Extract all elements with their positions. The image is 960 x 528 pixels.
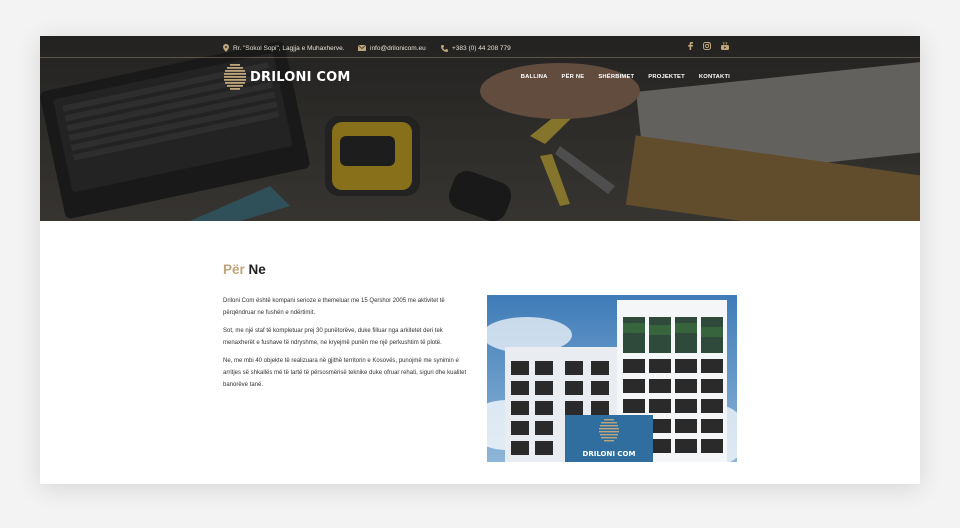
instagram-icon[interactable] xyxy=(703,42,711,50)
nav-item-sherbimet[interactable]: SHËRBIMET xyxy=(598,74,634,80)
nav-item-projektet[interactable]: PROJEKTET xyxy=(648,74,685,80)
building-image: DRILONI COM xyxy=(487,295,737,462)
top-info-bar: Rr. "Sokol Sopi", Lagjja e Muhaxherve. i… xyxy=(40,36,920,58)
logo-mark-icon xyxy=(224,64,246,90)
phone-text[interactable]: +383 (0) 44 208 779 xyxy=(452,45,511,52)
social-links xyxy=(687,42,729,50)
address-text: Rr. "Sokol Sopi", Lagjja e Muhaxherve. xyxy=(233,44,345,52)
phone-item[interactable]: +383 (0) 44 208 779 xyxy=(441,42,511,54)
about-paragraph-1: Driloni Com është kompani serioze e them… xyxy=(223,298,445,316)
building-illustration xyxy=(487,295,737,462)
about-paragraph-3: Ne, me mbi 40 objekte të realizuara në g… xyxy=(223,358,467,388)
email-link[interactable]: info@drilonicom.eu xyxy=(370,45,426,52)
map-pin-icon xyxy=(223,44,229,52)
envelope-icon xyxy=(358,45,366,51)
nav-item-per-ne[interactable]: PËR NE xyxy=(562,74,585,80)
main-nav: BALLINA PËR NE SHËRBIMET PROJEKTET KONTA… xyxy=(521,74,730,80)
brand-logo[interactable]: DRILONI COM xyxy=(224,64,350,90)
building-caption: DRILONI COM xyxy=(582,450,636,458)
phone-icon xyxy=(441,44,448,52)
nav-item-ballina[interactable]: BALLINA xyxy=(521,74,548,80)
address-item: Rr. "Sokol Sopi", Lagjja e Muhaxherve. xyxy=(223,42,345,54)
facebook-icon[interactable] xyxy=(687,42,693,50)
about-paragraph-2: Sot, me një staf të kompletuar prej 30 p… xyxy=(223,328,443,346)
section-title: Për Ne xyxy=(223,262,266,277)
hero-banner: Rr. "Sokol Sopi", Lagjja e Muhaxherve. i… xyxy=(40,36,920,221)
brand-name: DRILONI COM xyxy=(250,69,351,85)
page-frame: Rr. "Sokol Sopi", Lagjja e Muhaxherve. i… xyxy=(40,36,920,484)
youtube-icon[interactable] xyxy=(721,42,729,50)
nav-item-kontakti[interactable]: KONTAKTI xyxy=(699,74,730,80)
section-title-accent: Për xyxy=(223,262,245,277)
hero-overlay xyxy=(40,36,920,221)
about-text: Driloni Com është kompani serioze e them… xyxy=(223,295,473,397)
email-item[interactable]: info@drilonicom.eu xyxy=(358,42,426,54)
section-title-main: Ne xyxy=(248,262,266,277)
